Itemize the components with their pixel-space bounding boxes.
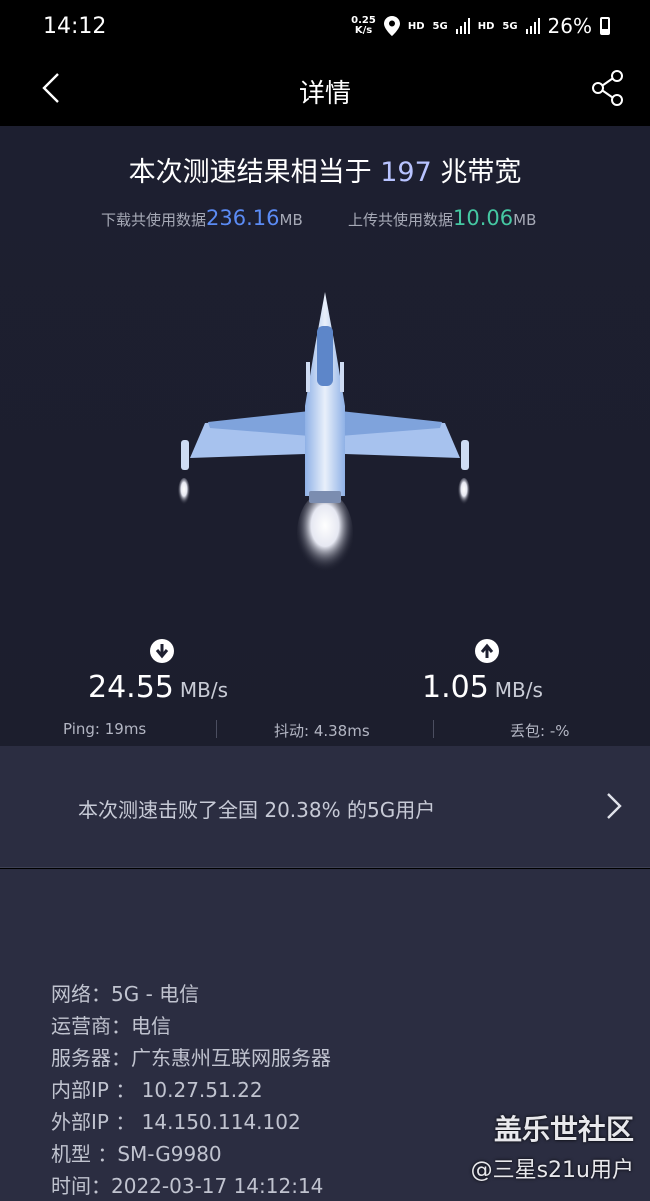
upload-speed: 1.05 MB/s: [422, 670, 543, 705]
upload-usage-label: 上传共使用数据: [348, 211, 454, 229]
metric-divider: [433, 720, 434, 738]
upload-speed-unit: MB/s: [494, 678, 543, 702]
watermark-community: 盖乐世社区: [493, 1113, 634, 1146]
location-icon: [383, 16, 400, 36]
device-model-info: 机型 ：SM-G9980: [51, 1142, 222, 1166]
jet-illustration: [178, 292, 470, 576]
carrier-info: 运营商：电信: [51, 1014, 171, 1038]
status-icons: 0.25 K/s HD 5G HD 5G 26%: [351, 14, 610, 38]
ping-metric: Ping: 19ms: [63, 720, 147, 738]
bandwidth-number: 197: [380, 157, 432, 188]
test-time-info: 时间：2022-03-17 14:12:14: [51, 1174, 324, 1198]
network-speed-unit: K/s: [354, 25, 373, 36]
packet-loss-metric: 丢包: -%: [510, 722, 570, 740]
internal-ip-info: 内部IP ： 10.27.51.22: [51, 1078, 263, 1102]
metric-divider: [216, 720, 217, 738]
download-speed-unit: MB/s: [179, 678, 229, 702]
page-title: 详情: [298, 79, 351, 109]
signal-5g-label-1: 5G: [432, 20, 448, 32]
upload-usage-value: 10.06: [453, 206, 514, 230]
download-usage-label: 下载共使用数据: [101, 211, 207, 229]
chevron-right-icon: [607, 793, 622, 819]
rank-text: 本次测速击败了全国 20.38% 的5G用户: [78, 798, 436, 822]
download-usage-value: 236.16: [206, 206, 280, 230]
download-speed-value: 24.55: [88, 670, 174, 705]
hd-label-1: HD: [407, 20, 425, 32]
status-time: 14:12: [43, 14, 107, 39]
signal-5g-label-2: 5G: [502, 20, 518, 32]
signal-bars-icon-2: [525, 18, 540, 34]
network-info: 网络：5G - 电信: [51, 982, 200, 1006]
rank-row[interactable]: 本次测速击败了全国 20.38% 的5G用户: [0, 746, 650, 868]
upload-speed-value: 1.05: [422, 670, 489, 705]
download-usage: 下载共使用数据236.16MB: [101, 206, 303, 230]
watermark-user: @三星s21u用户: [470, 1158, 634, 1183]
download-usage-unit: MB: [279, 211, 303, 229]
nav-bar: 详情: [0, 56, 650, 126]
status-bar: 14:12 0.25 K/s HD 5G HD 5G 26%: [0, 0, 650, 56]
jitter-metric: 抖动: 4.38ms: [274, 722, 370, 740]
external-ip-info: 外部IP ： 14.150.114.102: [51, 1110, 301, 1134]
hd-label-2: HD: [477, 20, 495, 32]
upload-usage-unit: MB: [513, 211, 537, 229]
signal-bars-icon-1: [455, 18, 470, 34]
battery-percent: 26%: [547, 14, 592, 38]
share-icon[interactable]: [588, 68, 628, 108]
bandwidth-headline: 本次测速结果相当于 197 兆带宽: [0, 150, 650, 189]
headline-suffix: 兆带宽: [431, 157, 522, 188]
headline-prefix: 本次测速结果相当于: [128, 157, 381, 188]
result-hero: 本次测速结果相当于 197 兆带宽 下载共使用数据236.16MB 上传共使用数…: [0, 126, 650, 746]
upload-usage: 上传共使用数据10.06MB: [348, 206, 536, 230]
upload-arrow-icon: [475, 639, 499, 663]
server-info: 服务器：广东惠州互联网服务器: [51, 1046, 331, 1070]
battery-icon: [600, 17, 610, 35]
download-speed: 24.55 MB/s: [88, 670, 228, 705]
network-speed: 0.25 K/s: [351, 16, 376, 36]
download-arrow-icon: [150, 639, 174, 663]
